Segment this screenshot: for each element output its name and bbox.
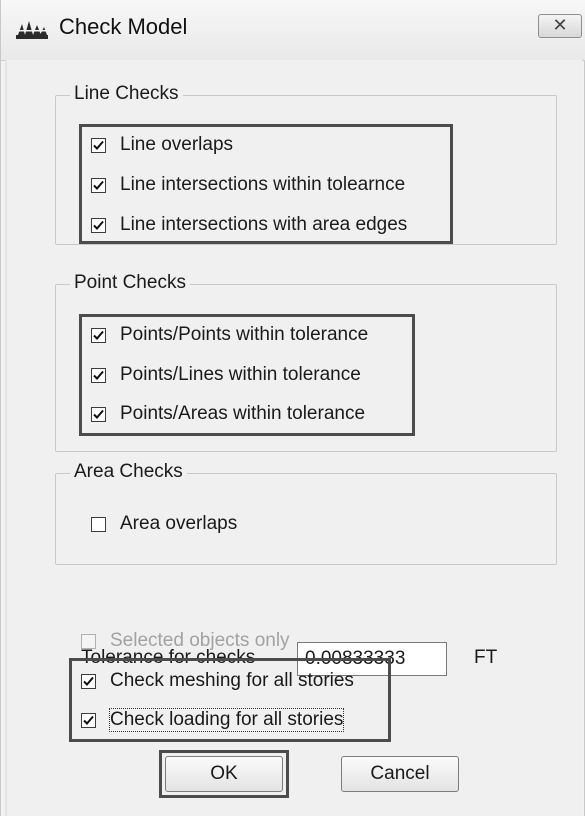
checkmark-icon xyxy=(93,140,104,150)
app-logo-icon xyxy=(15,18,49,40)
checkmark-icon xyxy=(93,180,104,190)
checkbox-check-loading[interactable]: Check loading for all stories xyxy=(81,707,345,733)
dialog-body: Line Checks Line overlaps Line intersect… xyxy=(5,60,582,816)
window-title: Check Model xyxy=(59,14,188,39)
ok-button[interactable]: OK xyxy=(165,756,283,792)
checkmark-icon xyxy=(93,370,104,380)
checkbox-check-meshing[interactable]: Check meshing for all stories xyxy=(81,668,354,694)
checkbox-label: Line intersections within tolearnce xyxy=(120,174,406,195)
checkbox-label: Points/Areas within tolerance xyxy=(120,403,366,424)
checkbox-label: Selected objects only xyxy=(110,630,290,651)
checkbox-points-lines-box[interactable] xyxy=(91,367,106,383)
checkbox-line-overlaps[interactable]: Line overlaps xyxy=(91,132,233,158)
checkbox-label: Check meshing for all stories xyxy=(110,670,354,691)
close-icon: ✕ xyxy=(552,15,568,35)
point-checks-label: Point Checks xyxy=(70,272,190,294)
checkbox-line-intersections-area-edges[interactable]: Line intersections with area edges xyxy=(91,212,407,238)
checkbox-label: Points/Lines within tolerance xyxy=(120,364,361,385)
checkmark-icon xyxy=(93,220,104,230)
checkbox-selected-objects-only: Selected objects only xyxy=(81,628,290,654)
checkbox-label: Area overlaps xyxy=(120,513,238,534)
checkbox-points-lines[interactable]: Points/Lines within tolerance xyxy=(91,362,361,388)
checkmark-icon xyxy=(83,715,94,725)
checkbox-line-intersections-tolerance-box[interactable] xyxy=(91,177,106,193)
checkbox-label: Points/Points within tolerance xyxy=(120,324,369,345)
title-bar: Check Model ✕ xyxy=(1,0,585,61)
checkbox-area-overlaps[interactable]: Area overlaps xyxy=(91,511,237,537)
checkbox-check-meshing-box[interactable] xyxy=(81,673,96,689)
checkbox-check-loading-box[interactable] xyxy=(81,712,96,728)
checkmark-icon xyxy=(93,330,104,340)
checkbox-line-overlaps-box[interactable] xyxy=(91,137,106,153)
checkbox-label: Check loading for all stories xyxy=(108,708,345,732)
checkbox-line-intersections-area-edges-box[interactable] xyxy=(91,217,106,233)
cancel-button[interactable]: Cancel xyxy=(341,756,459,792)
tolerance-unit: FT xyxy=(474,647,498,668)
checkbox-line-intersections-tolerance[interactable]: Line intersections within tolearnce xyxy=(91,172,405,198)
line-checks-label: Line Checks xyxy=(70,83,183,105)
checkbox-selected-objects-only-box xyxy=(81,633,96,649)
checkbox-label: Line intersections with area edges xyxy=(120,214,408,235)
area-checks-label: Area Checks xyxy=(70,461,187,483)
checkmark-icon xyxy=(83,676,94,686)
checkbox-points-points-box[interactable] xyxy=(91,327,106,343)
ok-button-highlight: OK xyxy=(159,750,289,798)
check-model-dialog: Check Model ✕ Line Checks Line overlaps … xyxy=(0,0,585,816)
close-button[interactable]: ✕ xyxy=(538,14,582,38)
checkbox-points-areas[interactable]: Points/Areas within tolerance xyxy=(91,401,365,427)
checkbox-label: Line overlaps xyxy=(120,134,234,155)
checkmark-icon xyxy=(93,409,104,419)
checkbox-points-areas-box[interactable] xyxy=(91,406,106,422)
checkbox-area-overlaps-box[interactable] xyxy=(91,516,106,532)
checkbox-points-points[interactable]: Points/Points within tolerance xyxy=(91,322,368,348)
